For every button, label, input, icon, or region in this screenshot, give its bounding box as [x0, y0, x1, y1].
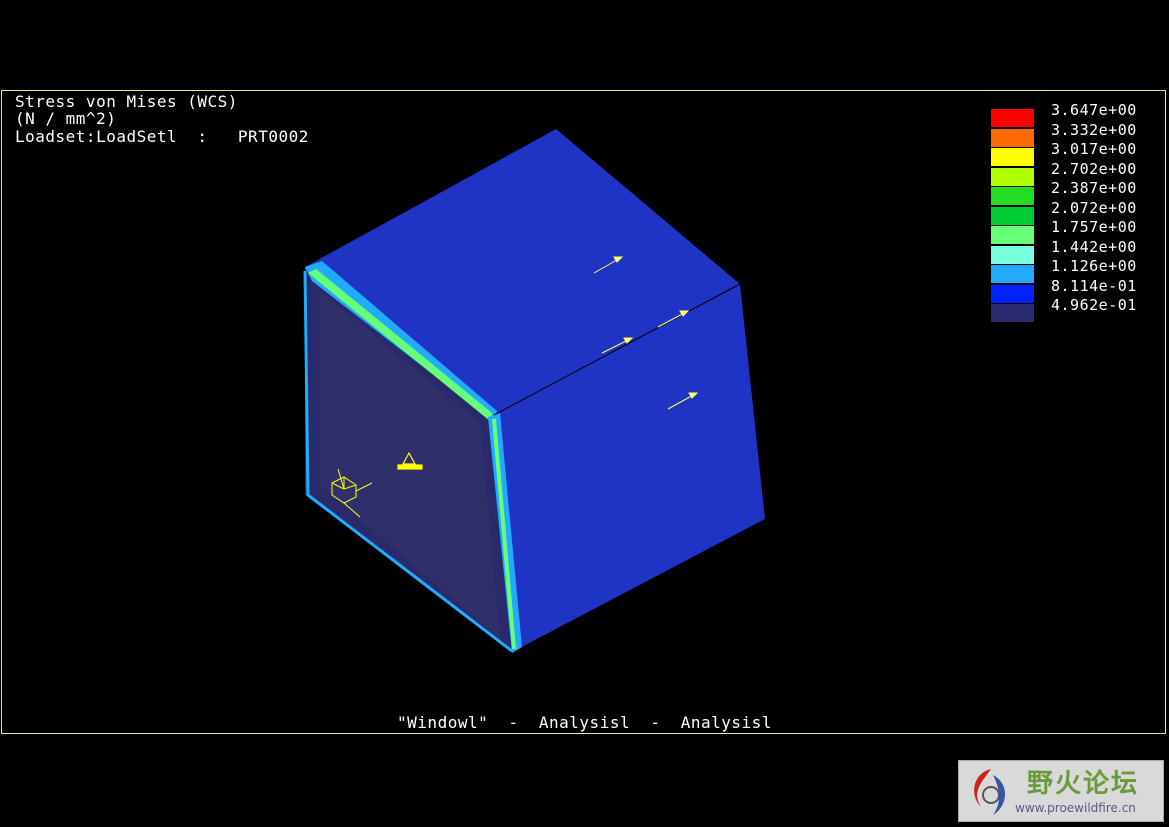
watermark-url: www.proewildfire.cn	[1015, 801, 1136, 815]
legend-value: 2.387e+00	[1051, 179, 1137, 197]
legend-value: 8.114e-01	[1051, 276, 1137, 295]
watermark-title: 野火论坛	[1027, 769, 1140, 799]
legend-swatch	[991, 148, 1034, 166]
legend-swatch	[991, 187, 1034, 205]
legend-swatch	[991, 167, 1034, 186]
legend-row: 4.962e-01	[991, 296, 1161, 322]
legend-value: 2.702e+00	[1051, 159, 1137, 178]
legend-swatch	[991, 226, 1034, 244]
legend-swatch	[991, 245, 1034, 264]
legend-swatch	[991, 265, 1034, 283]
legend-swatch	[991, 128, 1034, 147]
result-loadset: Loadset:LoadSetl : PRT0002	[15, 127, 309, 146]
legend-swatch	[991, 284, 1034, 303]
legend-swatch	[991, 206, 1034, 225]
legend-value: 3.647e+00	[1051, 101, 1137, 119]
legend-value: 4.962e-01	[1051, 296, 1137, 314]
result-units: (N / mm^2)	[15, 109, 117, 128]
result-title: Stress von Mises (WCS)	[15, 92, 238, 111]
legend-swatch	[991, 109, 1034, 127]
legend-swatch	[991, 304, 1034, 322]
window-caption: "Windowl" - Analysisl - Analysisl	[397, 713, 772, 732]
watermark-logo: 野火论坛 www.proewildfire.cn	[958, 760, 1164, 822]
legend-value: 1.126e+00	[1051, 257, 1137, 275]
legend-value: 3.017e+00	[1051, 140, 1137, 158]
legend-value: 2.072e+00	[1051, 198, 1137, 217]
legend-value: 3.332e+00	[1051, 120, 1137, 139]
graphics-window[interactable]: Stress von Mises (WCS) (N / mm^2) Loadse…	[1, 90, 1166, 734]
flame-logo-icon	[974, 769, 1005, 815]
legend-value: 1.757e+00	[1051, 218, 1137, 236]
legend-value: 1.442e+00	[1051, 237, 1137, 256]
